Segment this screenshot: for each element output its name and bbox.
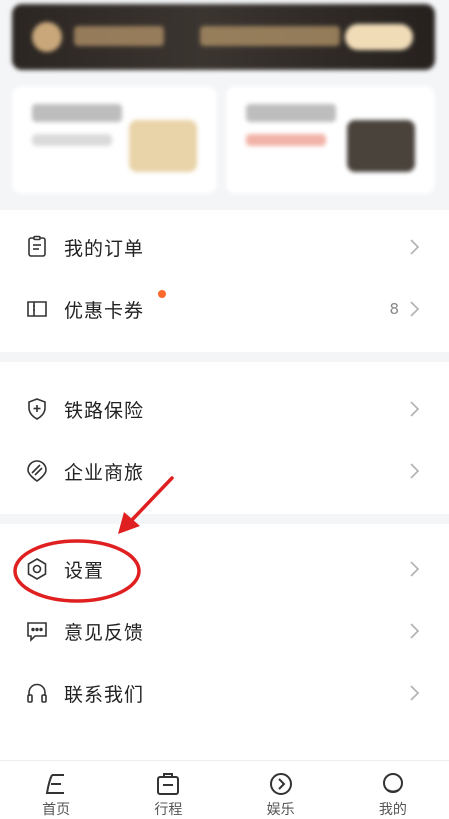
- bottom-tab-bar: 首页 行程 娱乐 我的: [0, 760, 449, 819]
- points-card-image: [129, 120, 197, 172]
- chevron-right-icon: [409, 559, 421, 579]
- feedback-bubble-icon: [24, 618, 50, 644]
- points-card-title-blurred: [32, 104, 122, 122]
- tab-home[interactable]: 首页: [0, 761, 112, 819]
- profile-icon: [382, 773, 403, 793]
- points-card[interactable]: [12, 86, 217, 194]
- benefits-card-title-blurred: [246, 104, 336, 122]
- tab-itinerary[interactable]: 行程: [112, 761, 224, 819]
- chevron-right-icon: [409, 461, 421, 481]
- chevron-right-icon: [409, 683, 421, 703]
- settings-hexagon-icon: [24, 556, 50, 582]
- menu-item-label: 我的订单: [64, 237, 145, 260]
- points-card-subtitle-blurred: [32, 134, 112, 146]
- vip-action-button[interactable]: [345, 24, 413, 50]
- menu-group-orders: 我的订单 优惠卡券 8: [0, 210, 449, 352]
- benefits-card-image: [347, 120, 415, 172]
- tab-label: 首页: [42, 802, 71, 818]
- menu-item-contact-us[interactable]: 联系我们: [0, 662, 449, 724]
- chevron-right-icon: [409, 299, 421, 319]
- menu-item-coupons[interactable]: 优惠卡券 8: [0, 278, 449, 340]
- coupon-icon: [24, 296, 50, 322]
- vip-subtitle-blurred: [200, 26, 340, 46]
- tab-label: 娱乐: [266, 802, 295, 818]
- benefits-card-subtitle-blurred: [246, 134, 326, 146]
- location-badge-icon: [24, 458, 50, 484]
- order-list-icon: [24, 234, 50, 260]
- menu-group-support: 设置 意见反馈 联系我们: [0, 524, 449, 760]
- headphones-icon: [24, 680, 50, 706]
- menu-item-railway-insurance[interactable]: 铁路保险: [0, 378, 449, 440]
- menu-item-label: 设置: [64, 559, 105, 582]
- menu-item-label: 意见反馈: [64, 621, 145, 644]
- tab-label: 行程: [154, 802, 183, 818]
- chevron-right-icon: [409, 237, 421, 257]
- coupon-count-badge: 8: [389, 300, 399, 318]
- vip-membership-banner[interactable]: [12, 4, 435, 70]
- vip-logo-icon: [32, 22, 62, 52]
- menu-item-label: 优惠卡券: [64, 299, 145, 322]
- menu-group-services: 铁路保险 企业商旅: [0, 362, 449, 514]
- menu-item-settings[interactable]: 设置: [0, 538, 449, 600]
- tab-entertainment[interactable]: 娱乐: [225, 761, 337, 819]
- itinerary-icon: [157, 773, 180, 795]
- tab-label: 我的: [378, 802, 407, 818]
- notification-dot: [158, 290, 166, 298]
- chevron-right-icon: [409, 399, 421, 419]
- menu-item-feedback[interactable]: 意见反馈: [0, 600, 449, 662]
- home-icon: [45, 774, 65, 794]
- menu-item-label: 铁路保险: [64, 399, 145, 422]
- menu-item-label: 联系我们: [64, 683, 145, 706]
- menu-item-my-orders[interactable]: 我的订单: [0, 216, 449, 278]
- chevron-right-icon: [409, 621, 421, 641]
- shield-plus-icon: [24, 396, 50, 422]
- vip-title-blurred: [74, 26, 164, 46]
- benefits-card[interactable]: [226, 86, 435, 194]
- entertainment-icon: [269, 773, 292, 795]
- tab-profile[interactable]: 我的: [337, 761, 449, 819]
- menu-item-label: 企业商旅: [64, 461, 145, 484]
- menu-item-business-travel[interactable]: 企业商旅: [0, 440, 449, 502]
